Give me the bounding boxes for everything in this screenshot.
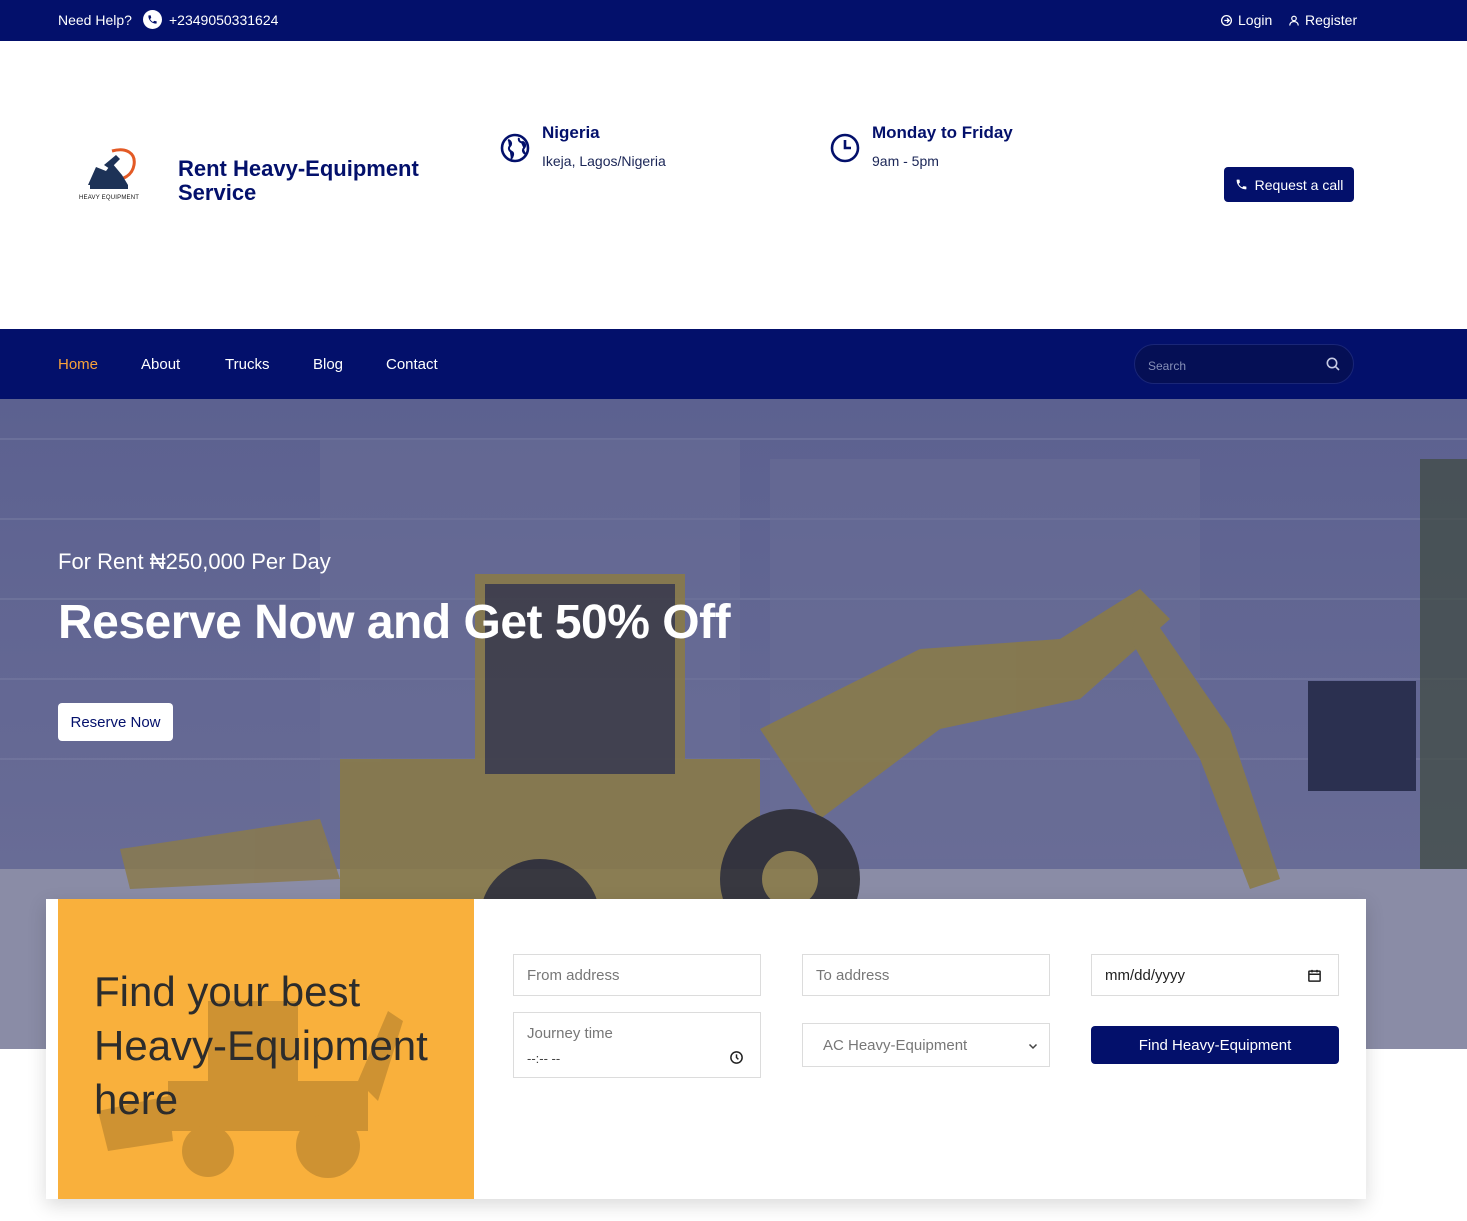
register-link[interactable]: Register bbox=[1288, 12, 1357, 28]
to-address-placeholder: To address bbox=[816, 967, 890, 984]
site-header: HEAVY EQUIPMENT Rent Heavy-Equipment Ser… bbox=[0, 41, 1467, 329]
from-address-input[interactable]: From address bbox=[513, 954, 761, 996]
need-help-label: Need Help? bbox=[58, 12, 132, 28]
register-label: Register bbox=[1305, 12, 1358, 28]
request-call-label: Request a call bbox=[1254, 176, 1344, 193]
logo-caption: HEAVY EQUIPMENT bbox=[79, 195, 140, 201]
date-input[interactable]: mm/dd/yyyy bbox=[1091, 954, 1339, 996]
booking-promo-panel: Find your best Heavy-Equipment here bbox=[58, 899, 474, 1199]
clock-icon[interactable] bbox=[729, 1050, 744, 1065]
chevron-down-icon bbox=[1028, 1043, 1038, 1050]
calendar-icon[interactable] bbox=[1307, 968, 1322, 983]
nav-item-contact[interactable]: Contact bbox=[386, 356, 438, 373]
journey-time-label: Journey time bbox=[527, 1025, 613, 1042]
nav-item-trucks[interactable]: Trucks bbox=[225, 356, 269, 373]
location-subtitle: Ikeja, Lagos/Nigeria bbox=[542, 153, 666, 169]
request-call-button[interactable]: Request a call bbox=[1224, 167, 1354, 202]
phone-number[interactable]: +2349050331624 bbox=[169, 12, 278, 28]
login-link[interactable]: Login bbox=[1220, 12, 1272, 28]
journey-time-value: --:-- -- bbox=[527, 1051, 561, 1066]
booking-heading: Find your best Heavy-Equipment here bbox=[94, 968, 428, 1123]
find-equipment-button[interactable]: Find Heavy-Equipment bbox=[1091, 1026, 1339, 1064]
globe-icon bbox=[500, 133, 530, 163]
search-icon[interactable] bbox=[1325, 356, 1341, 372]
main-nav: Home About Trucks Blog Contact Search bbox=[0, 329, 1467, 399]
hours-subtitle: 9am - 5pm bbox=[872, 153, 939, 169]
equipment-select[interactable]: AC Heavy-Equipment bbox=[802, 1023, 1050, 1067]
hero-title: Reserve Now and Get 50% Off bbox=[58, 596, 731, 649]
login-label: Login bbox=[1238, 12, 1273, 28]
user-icon bbox=[1289, 15, 1299, 26]
phone-icon bbox=[143, 10, 162, 29]
to-address-input[interactable]: To address bbox=[802, 954, 1050, 996]
hero-subtitle: For Rent ₦250,000 Per Day bbox=[58, 549, 331, 574]
booking-card: Find your best Heavy-Equipment here From… bbox=[46, 899, 1366, 1199]
from-address-placeholder: From address bbox=[527, 967, 620, 984]
nav-item-home[interactable]: Home bbox=[58, 356, 98, 373]
top-bar: Need Help? +2349050331624 Login Register bbox=[0, 0, 1467, 41]
brand-name[interactable]: Rent Heavy-Equipment Service bbox=[178, 157, 448, 205]
equipment-selected-value: AC Heavy-Equipment bbox=[823, 1037, 968, 1054]
search-input[interactable]: Search bbox=[1134, 344, 1354, 384]
hours-title: Monday to Friday bbox=[872, 123, 1013, 142]
phone-icon bbox=[1236, 179, 1247, 190]
clock-icon bbox=[830, 133, 860, 163]
nav-item-blog[interactable]: Blog bbox=[313, 356, 343, 373]
nav-item-about[interactable]: About bbox=[141, 356, 180, 373]
reserve-now-button[interactable]: Reserve Now bbox=[58, 703, 173, 741]
login-icon bbox=[1220, 14, 1233, 26]
journey-time-input[interactable]: Journey time --:-- -- bbox=[513, 1012, 761, 1078]
location-title: Nigeria bbox=[542, 123, 600, 142]
date-placeholder: mm/dd/yyyy bbox=[1105, 967, 1186, 984]
search-placeholder: Search bbox=[1148, 359, 1187, 373]
